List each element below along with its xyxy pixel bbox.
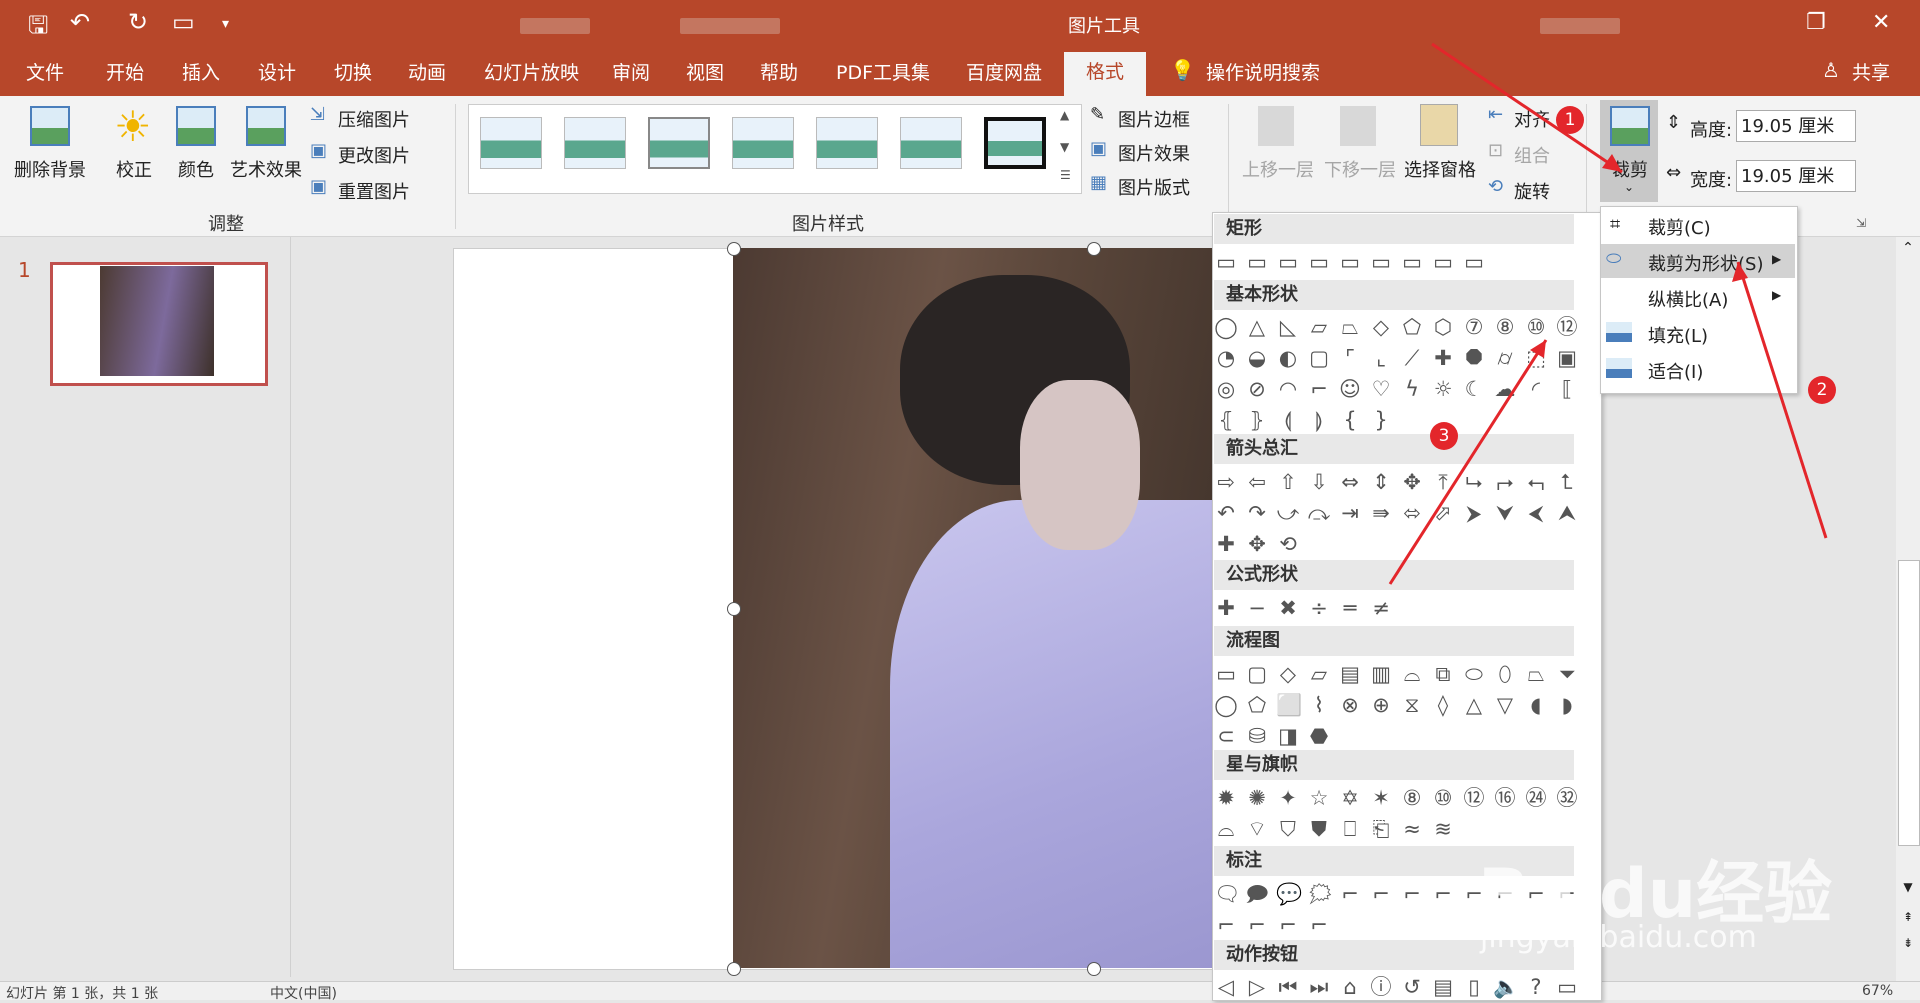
annotation-badge-3: 3 — [1430, 422, 1458, 450]
annotation-badge-2: 2 — [1808, 376, 1836, 404]
watermark-url: jingyan.baidu.com — [1480, 920, 1757, 955]
annotation-badge-1: 1 — [1556, 106, 1584, 134]
